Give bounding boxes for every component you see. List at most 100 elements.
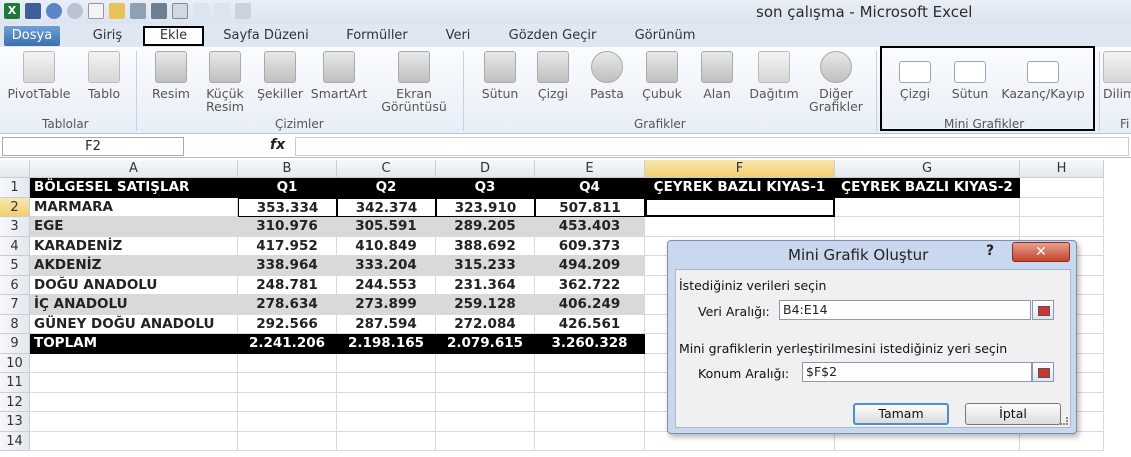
value-cell[interactable]: 426.561: [535, 314, 645, 334]
header-cell[interactable]: ÇEYREK BAZLI KIYAS-2: [835, 178, 1020, 198]
pivot-table-button[interactable]: PivotTable: [4, 51, 74, 100]
tab-home[interactable]: Giriş: [80, 26, 135, 46]
value-cell[interactable]: 494.209: [535, 256, 645, 276]
smartart-button[interactable]: SmartArt: [308, 51, 370, 100]
value-cell[interactable]: 272.084: [436, 314, 535, 334]
name-box[interactable]: F2: [2, 137, 184, 156]
resize-grip-icon[interactable]: [1060, 417, 1068, 425]
value-cell[interactable]: 278.634: [238, 295, 337, 315]
total-cell[interactable]: 3.260.328: [535, 334, 645, 354]
column-header[interactable]: A: [30, 160, 238, 178]
value-cell[interactable]: 417.952: [238, 236, 337, 256]
redo-icon[interactable]: [67, 3, 83, 19]
empty-cell[interactable]: [30, 353, 238, 373]
row-header[interactable]: 10: [0, 353, 30, 373]
empty-cell[interactable]: [535, 431, 645, 451]
column-chart-button[interactable]: Sütun: [474, 51, 526, 100]
empty-cell[interactable]: [436, 392, 535, 412]
row-header[interactable]: 14: [0, 431, 30, 451]
header-cell[interactable]: Q2: [337, 178, 436, 198]
empty-cell[interactable]: [337, 431, 436, 451]
print-preview-icon[interactable]: [130, 3, 146, 19]
header-cell[interactable]: Q4: [535, 178, 645, 198]
tab-view[interactable]: Görünüm: [625, 26, 705, 46]
value-cell[interactable]: 410.849: [337, 236, 436, 256]
undo-icon[interactable]: [46, 3, 62, 19]
empty-cell[interactable]: [1020, 178, 1104, 198]
column-header[interactable]: G: [835, 160, 1020, 178]
region-cell[interactable]: GÜNEY DOĞU ANADOLU: [30, 314, 238, 334]
total-cell[interactable]: 2.241.206: [238, 334, 337, 354]
total-cell[interactable]: 2.198.165: [337, 334, 436, 354]
value-cell[interactable]: 259.128: [436, 295, 535, 315]
active-cell[interactable]: [645, 197, 835, 217]
picture-button[interactable]: Resim: [146, 51, 196, 100]
location-range-picker-icon[interactable]: [1032, 362, 1054, 382]
row-header[interactable]: 3: [0, 217, 30, 237]
empty-cell[interactable]: [645, 431, 835, 451]
empty-cell[interactable]: [238, 431, 337, 451]
value-cell[interactable]: 406.249: [535, 295, 645, 315]
value-cell[interactable]: 609.373: [535, 236, 645, 256]
row-header[interactable]: 7: [0, 295, 30, 315]
empty-cell[interactable]: [1020, 217, 1104, 237]
empty-cell[interactable]: [30, 392, 238, 412]
row-header[interactable]: 2: [0, 197, 30, 217]
data-range-input[interactable]: B4:E14: [779, 300, 1031, 320]
empty-cell[interactable]: [1020, 197, 1104, 217]
header-cell[interactable]: BÖLGESEL SATIŞLAR: [30, 178, 238, 198]
value-cell[interactable]: 305.591: [337, 217, 436, 237]
empty-cell[interactable]: [337, 412, 436, 432]
print-icon[interactable]: [151, 3, 167, 19]
region-cell[interactable]: MARMARA: [30, 197, 238, 217]
tab-page-layout[interactable]: Sayfa Düzeni: [214, 26, 318, 46]
empty-cell[interactable]: [835, 217, 1020, 237]
row-header[interactable]: 1: [0, 178, 30, 198]
bar-chart-button[interactable]: Çubuk: [636, 51, 688, 100]
value-cell[interactable]: 289.205: [436, 217, 535, 237]
close-button[interactable]: ✕: [1012, 242, 1070, 262]
column-header[interactable]: B: [238, 160, 337, 178]
empty-cell[interactable]: [436, 412, 535, 432]
empty-cell[interactable]: [645, 217, 835, 237]
row-header[interactable]: 6: [0, 275, 30, 295]
total-cell[interactable]: TOPLAM: [30, 334, 238, 354]
value-cell[interactable]: 292.566: [238, 314, 337, 334]
pie-chart-button[interactable]: Pasta: [584, 51, 630, 100]
value-cell[interactable]: 310.976: [238, 217, 337, 237]
empty-cell[interactable]: [30, 412, 238, 432]
new-document-icon[interactable]: [88, 3, 104, 19]
value-cell[interactable]: 507.811: [535, 197, 645, 217]
empty-cell[interactable]: [535, 353, 645, 373]
row-header[interactable]: 5: [0, 256, 30, 276]
header-cell[interactable]: Q1: [238, 178, 337, 198]
empty-cell[interactable]: [436, 373, 535, 393]
camera-icon[interactable]: [235, 3, 251, 19]
table-button[interactable]: Tablo: [78, 51, 130, 100]
value-cell[interactable]: 353.334: [238, 197, 337, 217]
region-cell[interactable]: İÇ ANADOLU: [30, 295, 238, 315]
data-range-picker-icon[interactable]: [1032, 300, 1054, 320]
tab-file[interactable]: Dosya: [4, 26, 60, 46]
value-cell[interactable]: 248.781: [238, 275, 337, 295]
tab-formulas[interactable]: Formüller: [336, 26, 418, 46]
clip-art-button[interactable]: Küçük Resim: [200, 51, 250, 113]
empty-cell[interactable]: [436, 353, 535, 373]
sort-ascending-icon[interactable]: [193, 3, 209, 19]
select-all-corner[interactable]: [0, 160, 30, 178]
column-header[interactable]: H: [1020, 160, 1104, 178]
shapes-button[interactable]: Şekiller: [253, 51, 307, 100]
help-icon[interactable]: ?: [986, 243, 994, 259]
value-cell[interactable]: 231.364: [436, 275, 535, 295]
empty-cell[interactable]: [535, 392, 645, 412]
slicer-button[interactable]: Dilim: [1103, 51, 1131, 100]
value-cell[interactable]: 388.692: [436, 236, 535, 256]
value-cell[interactable]: 273.899: [337, 295, 436, 315]
value-cell[interactable]: 453.403: [535, 217, 645, 237]
tab-data[interactable]: Veri: [436, 26, 480, 46]
empty-cell[interactable]: [238, 373, 337, 393]
screenshot-button[interactable]: Ekran Görüntüsü: [372, 51, 456, 113]
column-header[interactable]: C: [337, 160, 436, 178]
header-cell[interactable]: Q3: [436, 178, 535, 198]
insert-function-icon[interactable]: fx: [270, 137, 285, 153]
